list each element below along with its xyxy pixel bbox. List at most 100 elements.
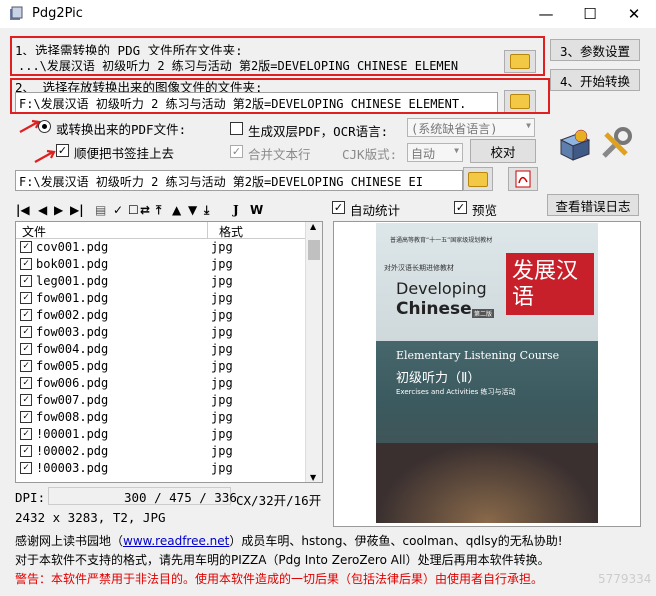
minimize-button[interactable]: — — [524, 0, 568, 28]
row-checkbox[interactable]: ✓ — [20, 343, 32, 355]
pdf-radio-label: 或转换出来的PDF文件: — [56, 122, 187, 137]
row-format: jpg — [211, 325, 233, 339]
row-checkbox[interactable]: ✓ — [20, 241, 32, 253]
row-checkbox[interactable]: ✓ — [20, 360, 32, 372]
uncheck-icon[interactable]: ☐ — [128, 203, 139, 217]
preview-checkbox[interactable]: ✓ — [454, 201, 467, 214]
move-up-icon[interactable]: ▲ — [172, 203, 181, 217]
cover-image: 普通高等教育“十一五”国家级规划教材 对外汉语长期进修教材 发展汉语 Devel… — [376, 223, 598, 523]
table-row[interactable]: ✓ fow005.pdg jpg — [16, 358, 322, 375]
ocr-language-select[interactable]: (系统缺省语言) — [407, 118, 535, 137]
table-row[interactable]: ✓ leg001.pdg jpg — [16, 273, 322, 290]
col-format[interactable]: 格式 — [219, 223, 243, 240]
j-icon[interactable]: J — [233, 203, 239, 217]
row-checkbox[interactable]: ✓ — [20, 394, 32, 406]
error-log-button[interactable]: 查看错误日志 — [547, 194, 639, 216]
prev-icon[interactable]: ◀ — [38, 203, 47, 217]
list-rows: ✓ cov001.pdg jpg ✓ bok001.pdg jpg ✓ leg001.pdg j… — [16, 239, 322, 477]
list-scrollbar[interactable]: ▲ ▼ — [305, 222, 322, 482]
row-checkbox[interactable]: ✓ — [20, 445, 32, 457]
row-file: fow008.pdg — [36, 410, 109, 424]
table-row[interactable]: ✓ fow008.pdg jpg — [16, 409, 322, 426]
row-checkbox[interactable]: ✓ — [20, 258, 32, 270]
scroll-up-icon[interactable]: ▲ — [310, 222, 316, 231]
tools-icon[interactable] — [598, 126, 634, 162]
row-format: jpg — [211, 393, 233, 407]
row-file: !00001.pdg — [36, 427, 109, 441]
row-format: jpg — [211, 427, 233, 441]
watermark: 5779334 — [598, 572, 652, 586]
bookmark-checkbox[interactable]: ✓ — [56, 144, 69, 157]
note-line: 对于本软件不支持的格式，请先用车明的PIZZA（Pdg Into ZeroZer… — [15, 553, 550, 567]
maximize-button[interactable]: ☐ — [568, 0, 612, 28]
browse-pdf-button[interactable] — [463, 167, 493, 191]
thanks-line: 感谢网上读书园地（www.readfree.net）成员车明、hstong、伊莜… — [15, 532, 563, 549]
close-button[interactable]: ✕ — [612, 0, 656, 28]
verify-button[interactable]: 校对 — [470, 139, 536, 163]
cover-course: Elementary Listening Course — [396, 349, 560, 362]
pdf-icon — [515, 170, 531, 188]
row-checkbox[interactable]: ✓ — [20, 275, 32, 287]
merge-text-checkbox[interactable]: ✓ — [230, 145, 243, 158]
move-bottom-icon[interactable]: ⤓ — [204, 203, 209, 218]
list-header: 文件 格式 — [16, 222, 322, 239]
table-row[interactable]: ✓ fow003.pdg jpg — [16, 324, 322, 341]
file-list[interactable]: 文件 格式 ✓ cov001.pdg jpg ✓ bok001.pdg jpg ✓ leg00… — [15, 221, 323, 483]
row-file: !00003.pdg — [36, 461, 109, 475]
merge-text-label: 合并文本行 — [248, 147, 311, 162]
doc-icon[interactable]: ▤ — [95, 203, 106, 217]
next-icon[interactable]: ▶ — [54, 203, 63, 217]
row-file: leg001.pdg — [36, 274, 109, 288]
row-format: jpg — [211, 291, 233, 305]
cover-title-en1: Developing — [396, 279, 487, 298]
row-format: jpg — [211, 444, 233, 458]
cover-publisher: 普通高等教育“十一五”国家级规划教材 — [390, 237, 493, 244]
row-checkbox[interactable]: ✓ — [20, 411, 32, 423]
table-row[interactable]: ✓ !00003.pdg jpg — [16, 460, 322, 477]
table-row[interactable]: ✓ !00002.pdg jpg — [16, 443, 322, 460]
scroll-down-icon[interactable]: ▼ — [310, 473, 316, 482]
first-icon[interactable]: |◀ — [16, 203, 30, 217]
row-file: fow002.pdg — [36, 308, 109, 322]
dpi-label: DPI: — [15, 490, 46, 505]
table-row[interactable]: ✓ fow007.pdg jpg — [16, 392, 322, 409]
cjk-select[interactable]: 自动 — [407, 143, 463, 162]
scroll-thumb[interactable] — [308, 240, 320, 260]
row-file: !00002.pdg — [36, 444, 109, 458]
table-row[interactable]: ✓ fow002.pdg jpg — [16, 307, 322, 324]
row-format: jpg — [211, 240, 233, 254]
check-all-icon[interactable]: ✓ — [113, 203, 123, 217]
move-top-icon[interactable]: ⤒ — [156, 203, 161, 218]
pdf-path-field[interactable]: F:\发展汉语 初级听力 2 练习与活动 第2版=DEVELOPING CHIN… — [15, 170, 463, 191]
auto-stat-label: 自动统计 — [350, 203, 401, 218]
start-button[interactable]: 4、开始转换 — [550, 69, 640, 91]
col-file[interactable]: 文件 — [22, 223, 46, 240]
table-row[interactable]: ✓ !00001.pdg jpg — [16, 426, 322, 443]
dual-layer-checkbox[interactable] — [230, 122, 243, 135]
auto-stat-checkbox[interactable]: ✓ — [332, 201, 345, 214]
pdf-open-button[interactable] — [508, 167, 538, 191]
table-row[interactable]: ✓ bok001.pdg jpg — [16, 256, 322, 273]
row-checkbox[interactable]: ✓ — [20, 462, 32, 474]
pdf-radio[interactable] — [38, 120, 51, 133]
row-checkbox[interactable]: ✓ — [20, 326, 32, 338]
invert-icon[interactable]: ⇄ — [140, 203, 150, 217]
last-icon[interactable]: ▶| — [70, 203, 84, 217]
row-checkbox[interactable]: ✓ — [20, 292, 32, 304]
readfree-link[interactable]: www.readfree.net — [123, 534, 229, 548]
row-checkbox[interactable]: ✓ — [20, 428, 32, 440]
table-row[interactable]: ✓ cov001.pdg jpg — [16, 239, 322, 256]
table-row[interactable]: ✓ fow006.pdg jpg — [16, 375, 322, 392]
cover-series: 对外汉语长期进修教材 — [384, 264, 454, 272]
table-row[interactable]: ✓ fow001.pdg jpg — [16, 290, 322, 307]
row-file: cov001.pdg — [36, 240, 109, 254]
params-button[interactable]: 3、参数设置 — [550, 39, 640, 61]
row-file: fow007.pdg — [36, 393, 109, 407]
cover-edition: 第二版 — [472, 309, 495, 318]
move-down-icon[interactable]: ▼ — [188, 203, 197, 217]
row-checkbox[interactable]: ✓ — [20, 309, 32, 321]
w-icon[interactable]: W — [250, 203, 263, 217]
settings-box-icon[interactable] — [555, 128, 593, 162]
table-row[interactable]: ✓ fow004.pdg jpg — [16, 341, 322, 358]
row-checkbox[interactable]: ✓ — [20, 377, 32, 389]
